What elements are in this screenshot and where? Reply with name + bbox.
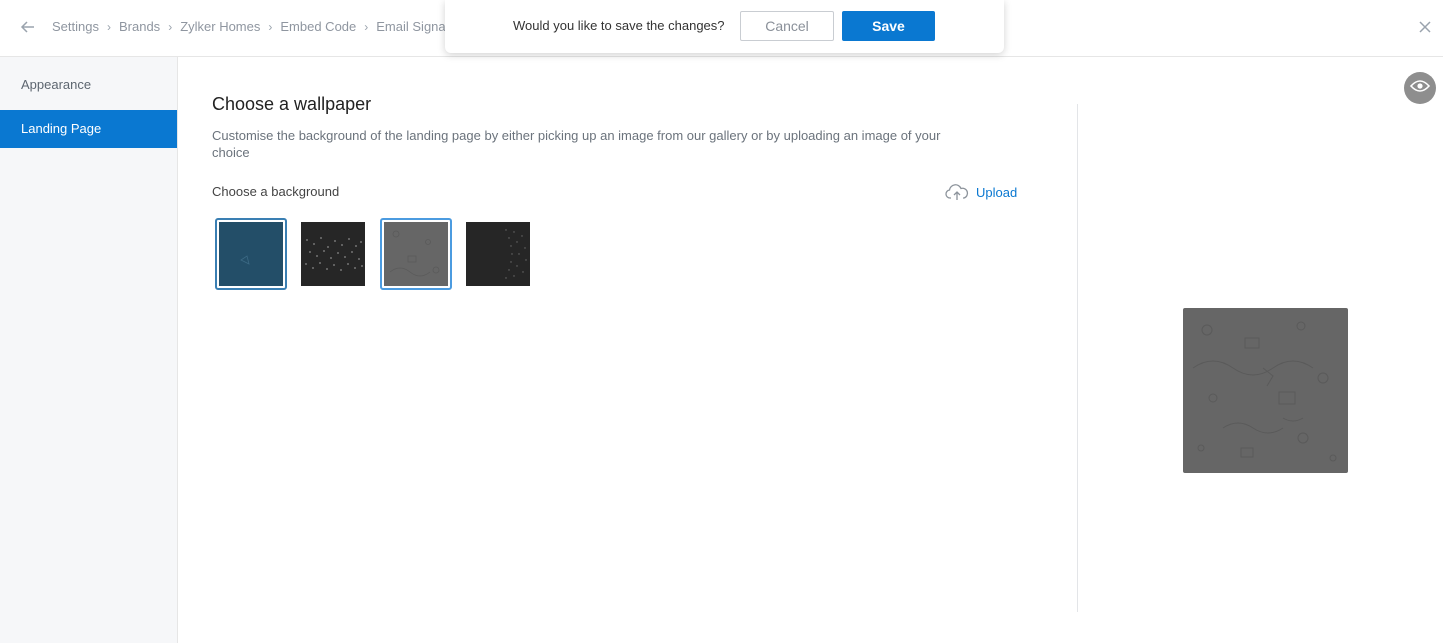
breadcrumb-email-signature[interactable]: Email Signatur	[376, 19, 452, 34]
close-icon[interactable]	[1415, 17, 1435, 37]
preview-button[interactable]	[1404, 72, 1436, 104]
chevron-right-icon: ›	[364, 19, 369, 34]
page-description: Customise the background of the landing …	[212, 128, 941, 160]
breadcrumb-zylker-homes[interactable]: Zylker Homes	[180, 19, 260, 34]
upload-button[interactable]: Upload	[945, 181, 1017, 203]
sidebar-item-landing-page[interactable]: Landing Page	[0, 110, 177, 148]
wallpaper-preview	[1183, 308, 1348, 473]
breadcrumb-embed-code[interactable]: Embed Code	[280, 19, 356, 34]
breadcrumb-brands[interactable]: Brands	[119, 19, 160, 34]
wallpaper-thumb-doodle-grey[interactable]	[380, 218, 452, 290]
save-changes-message: Would you like to save the changes?	[513, 18, 725, 33]
upload-label: Upload	[976, 184, 1018, 200]
wallpaper-thumb-dots[interactable]	[297, 218, 369, 290]
panel-divider	[1077, 104, 1078, 612]
wallpaper-thumb-dark-arc[interactable]	[462, 218, 534, 290]
chevron-right-icon: ›	[168, 19, 173, 34]
breadcrumb-settings[interactable]: Settings	[52, 19, 99, 34]
page-title: Choose a wallpaper	[212, 94, 372, 114]
save-changes-popup: Would you like to save the changes? Canc…	[445, 0, 1004, 53]
sidebar-item-appearance[interactable]: Appearance	[0, 66, 177, 104]
eye-icon	[1409, 79, 1431, 98]
background-label: Choose a background	[212, 184, 340, 199]
save-button[interactable]: Save	[842, 11, 935, 41]
breadcrumb: Settings › Brands › Zylker Homes › Embed…	[52, 19, 452, 34]
chevron-right-icon: ›	[106, 19, 111, 34]
wallpaper-thumb-teal[interactable]	[215, 218, 287, 290]
arrow-left-icon[interactable]	[18, 17, 38, 37]
cloud-upload-icon	[945, 182, 969, 202]
chevron-right-icon: ›	[268, 19, 273, 34]
sidebar: Appearance Landing Page	[0, 57, 178, 643]
cancel-button[interactable]: Cancel	[740, 11, 834, 41]
